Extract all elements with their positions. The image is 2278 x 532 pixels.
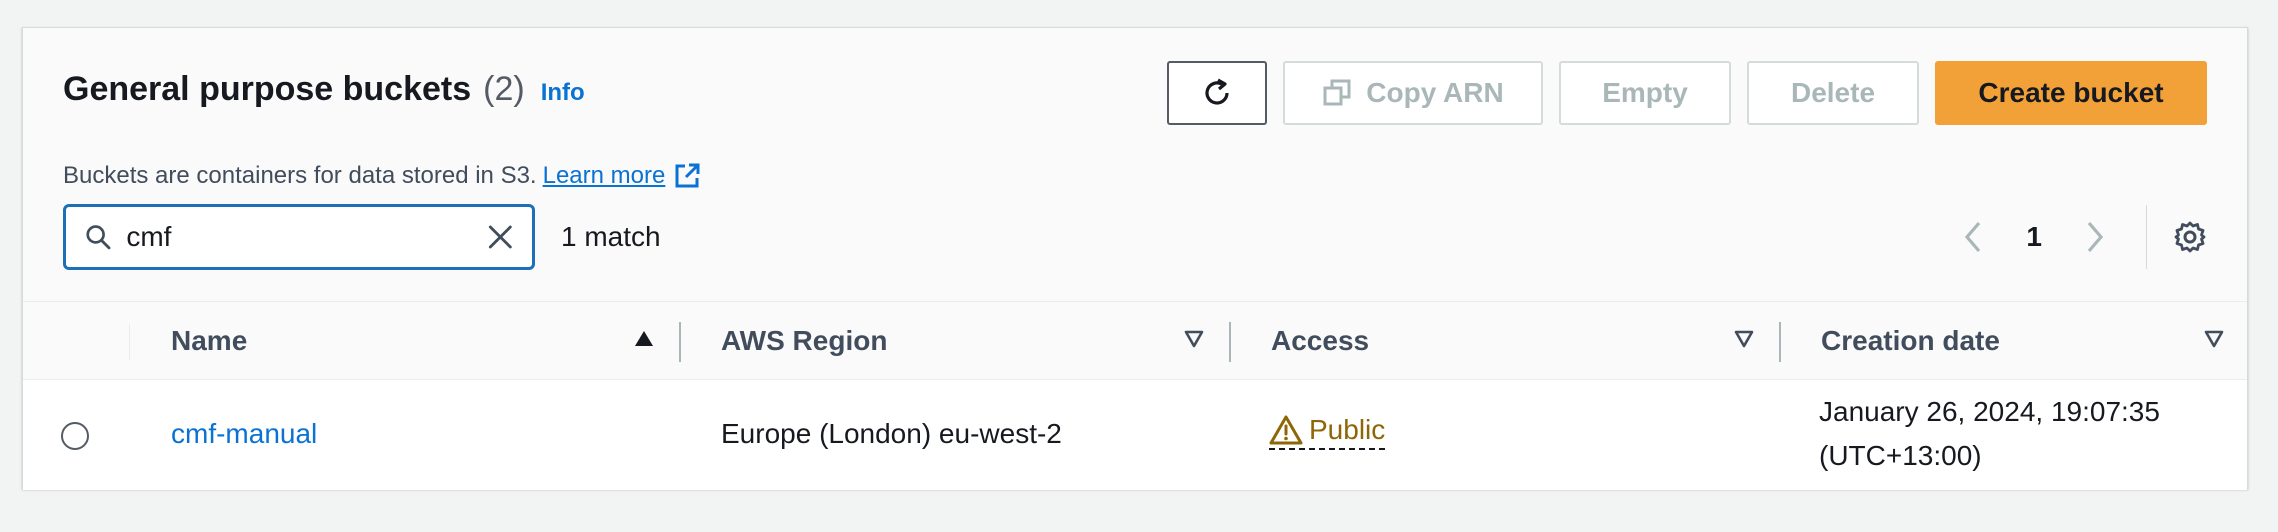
sort-icon [1734,330,1754,348]
column-label-creation-date: Creation date [1821,325,2000,356]
clear-icon[interactable] [487,221,514,253]
access-label: Public [1309,414,1386,445]
description-text: Buckets are containers for data stored i… [63,162,537,189]
match-count: 1 match [561,221,661,252]
action-buttons: Copy ARN Empty Delete Create bucket [1167,61,2207,125]
creation-date-line2: (UTC+13:00) [1819,440,1982,471]
buckets-panel: General purpose buckets (2) Info Buckets… [22,27,2248,490]
column-header-name[interactable]: Name [171,302,679,380]
column-header-access[interactable]: Access [1271,302,1779,380]
copy-icon [1323,79,1351,106]
refresh-icon [1205,78,1229,105]
gear-icon[interactable] [2173,220,2207,254]
access-status[interactable]: Public [1269,414,1386,450]
filter-row: 1 match 1 [63,203,2207,271]
title-row: General purpose buckets (2) Info [63,70,585,109]
learn-more-link[interactable]: Learn more [543,162,702,190]
previous-page-button[interactable] [1958,220,1988,254]
search-icon [86,225,111,250]
empty-button[interactable]: Empty [1559,61,1731,125]
learn-more-label: Learn more [542,162,666,189]
panel-header-area: General purpose buckets (2) Info Buckets… [23,28,2247,302]
table-row[interactable]: cmf-manual Europe (London) eu-west-2 Pub… [23,380,2247,490]
bucket-count: (2) [483,70,525,108]
external-link-icon [675,163,700,188]
column-label-region: AWS Region [721,325,888,356]
column-label-access: Access [1271,325,1370,356]
delete-button[interactable]: Delete [1747,61,1919,125]
next-page-button[interactable] [2080,220,2110,254]
column-divider[interactable] [1229,322,1231,362]
chevron-left-icon [1965,221,1981,253]
copy-arn-button[interactable]: Copy ARN [1283,61,1543,125]
column-divider[interactable] [679,322,681,362]
current-page[interactable]: 1 [2026,221,2042,253]
create-bucket-button[interactable]: Create bucket [1935,61,2207,125]
table-header: Name AWS Region Access Creation date [23,302,2247,380]
column-label-name: Name [171,325,248,356]
sort-icon [2204,330,2224,348]
warning-icon [1269,415,1303,445]
column-divider[interactable] [1779,322,1781,362]
column-header-creation-date[interactable]: Creation date [1821,302,2249,380]
row-select-radio[interactable] [61,422,89,450]
search-box [63,204,535,270]
sort-icon [1184,330,1204,348]
bucket-region: Europe (London) eu-west-2 [721,418,1062,449]
description: Buckets are containers for data stored i… [63,162,701,190]
bucket-name-link[interactable]: cmf-manual [171,418,317,450]
search-input[interactable] [126,221,488,253]
pager-divider [2146,205,2147,269]
selection-column-divider [129,324,130,360]
page-title: General purpose buckets [63,70,472,108]
pagination: 1 [1958,203,2207,271]
creation-date-line1: January 26, 2024, 19:07:35 [1819,396,2160,427]
chevron-right-icon [2087,221,2104,253]
refresh-button[interactable] [1167,61,1267,125]
creation-date: January 26, 2024, 19:07:35 (UTC+13:00) [1819,390,2160,478]
column-header-region[interactable]: AWS Region [721,302,1229,380]
sort-ascending-icon [635,331,653,346]
copy-arn-label: Copy ARN [1366,77,1504,108]
info-link[interactable]: Info [541,79,585,107]
